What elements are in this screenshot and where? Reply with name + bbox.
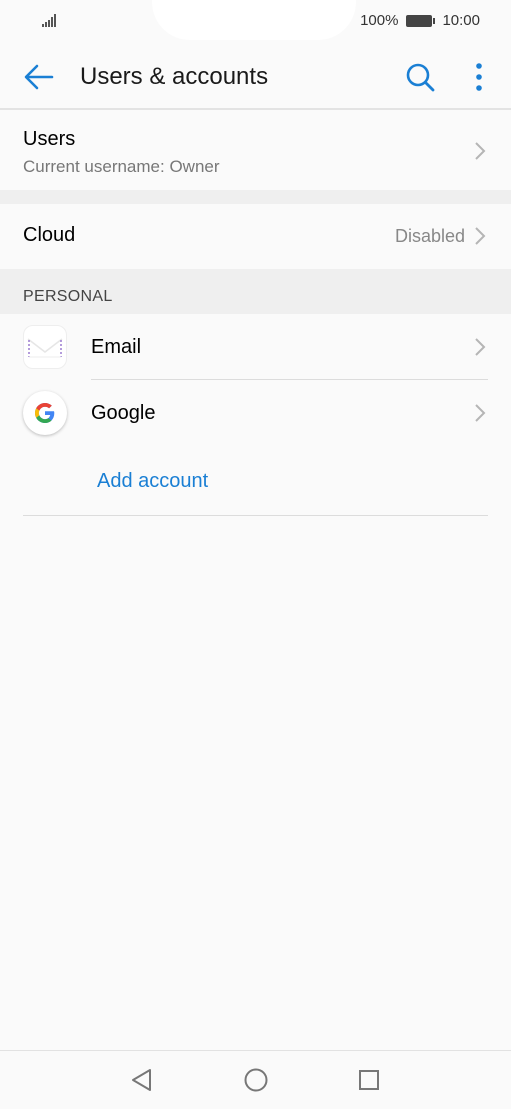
email-app-icon	[23, 325, 67, 369]
search-button[interactable]	[403, 60, 437, 94]
chevron-right-icon	[475, 338, 486, 356]
users-subtitle: Current username: Owner	[23, 157, 220, 176]
recents-square-icon[interactable]	[355, 1066, 383, 1094]
users-row[interactable]: Users Current username: Owner	[0, 110, 511, 190]
back-triangle-icon[interactable]	[128, 1066, 156, 1094]
battery-icon	[406, 14, 436, 27]
cloud-status: Disabled	[395, 226, 466, 246]
search-icon	[406, 63, 435, 92]
cloud-title: Cloud	[23, 224, 76, 246]
navigation-bar	[0, 1050, 511, 1109]
toolbar: Users & accounts	[0, 44, 511, 110]
cloud-row[interactable]: Cloud Disabled	[0, 204, 511, 269]
chevron-right-icon	[475, 404, 486, 422]
status-right: 100% 10:00	[360, 12, 480, 29]
account-label-email: Email	[91, 336, 142, 358]
display-notch	[152, 0, 356, 40]
section-header-label: PERSONAL	[23, 288, 113, 305]
more-options-button[interactable]	[466, 60, 492, 94]
arrow-left-icon	[24, 64, 54, 90]
account-label-google: Google	[91, 402, 156, 424]
back-button[interactable]	[22, 60, 56, 94]
page-title: Users & accounts	[80, 63, 269, 90]
chevron-right-icon	[475, 142, 486, 160]
google-icon	[23, 391, 67, 435]
account-row-email[interactable]: Email	[0, 314, 511, 380]
divider	[23, 515, 488, 516]
account-row-google[interactable]: Google	[0, 380, 511, 446]
clock: 10:00	[442, 12, 480, 29]
chevron-right-icon	[475, 227, 486, 245]
status-bar: 100% 10:00	[0, 0, 511, 44]
home-circle-icon[interactable]	[242, 1066, 270, 1094]
add-account-button[interactable]: Add account	[97, 470, 208, 493]
section-header-personal: PERSONAL	[0, 269, 511, 314]
more-vertical-icon	[476, 63, 482, 91]
users-title: Users	[23, 128, 76, 150]
section-gap	[0, 190, 511, 204]
battery-percent: 100%	[360, 12, 399, 29]
signal-icon	[42, 13, 56, 27]
